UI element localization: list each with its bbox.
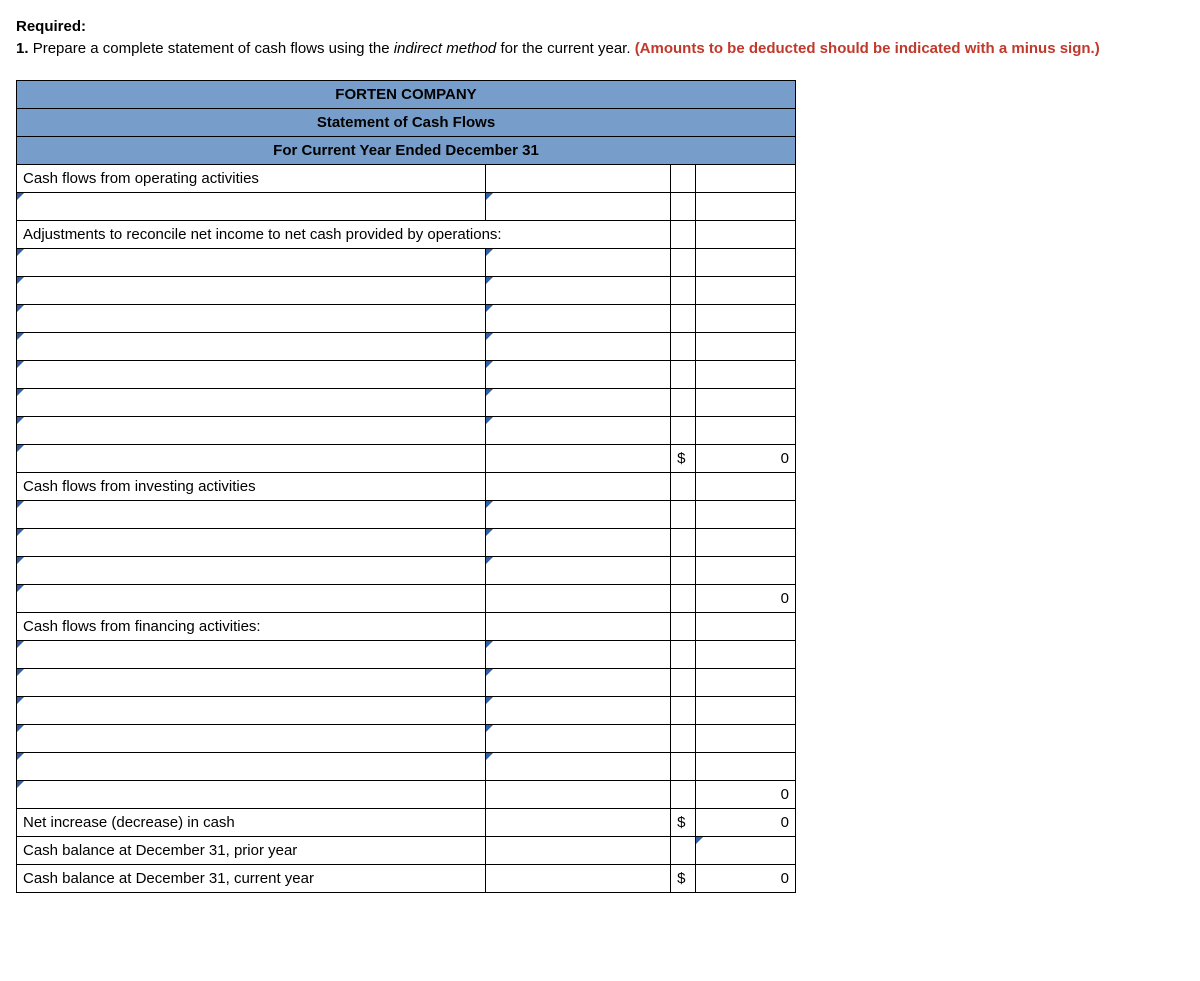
input-adj6-label[interactable] [17,388,486,416]
label-cfi: Cash flows from investing activities [17,472,486,500]
label-prior-balance: Cash balance at December 31, prior year [17,836,486,864]
input-adj2-label[interactable] [17,276,486,304]
cell-blank [486,164,671,192]
value-op-total: 0 [696,444,796,472]
input-fin2-label[interactable] [17,668,486,696]
input-op-income-amount[interactable] [486,192,671,220]
prompt-text-b: for the current year. [500,40,634,57]
input-fin1-amount[interactable] [486,640,671,668]
input-fin2-amount[interactable] [486,668,671,696]
input-prior-balance[interactable] [696,836,796,864]
dollar-sign-current: $ [671,864,696,892]
header-period: For Current Year Ended December 31 [17,136,796,164]
header-company: FORTEN COMPANY [17,80,796,108]
input-adj5-label[interactable] [17,360,486,388]
question-number: 1. [16,40,29,57]
label-net-change: Net increase (decrease) in cash [17,808,486,836]
input-inv3-amount[interactable] [486,556,671,584]
cell-blank [671,192,696,220]
header-title: Statement of Cash Flows [17,108,796,136]
dollar-sign-op: $ [671,444,696,472]
cell-blank [486,584,671,612]
input-adj4-label[interactable] [17,332,486,360]
cell-blank [671,780,696,808]
input-adj5-amount[interactable] [486,360,671,388]
input-inv2-amount[interactable] [486,528,671,556]
input-fin1-label[interactable] [17,640,486,668]
input-adj7-amount[interactable] [486,416,671,444]
prompt-red: (Amounts to be deducted should be indica… [635,40,1100,57]
value-inv-total: 0 [696,584,796,612]
value-fin-total: 0 [696,780,796,808]
label-cff: Cash flows from financing activities: [17,612,486,640]
prompt-italic: indirect method [394,40,497,57]
input-adj6-amount[interactable] [486,388,671,416]
cell-blank [671,164,696,192]
value-current-balance: 0 [696,864,796,892]
input-fin5-amount[interactable] [486,752,671,780]
input-adj3-amount[interactable] [486,304,671,332]
required-label: Required: [16,18,86,35]
input-inv3-label[interactable] [17,556,486,584]
input-adj7-label[interactable] [17,416,486,444]
label-current-balance: Cash balance at December 31, current yea… [17,864,486,892]
value-net-change: 0 [696,808,796,836]
prompt-block: Required: 1. Prepare a complete statemen… [16,16,1184,60]
prompt-text-a: Prepare a complete statement of cash flo… [33,40,394,57]
dollar-sign-net: $ [671,808,696,836]
cell-blank [671,220,696,248]
input-adj1-amount[interactable] [486,248,671,276]
input-fin-total-label[interactable] [17,780,486,808]
input-inv-total-label[interactable] [17,584,486,612]
input-fin4-label[interactable] [17,724,486,752]
cell-blank [696,220,796,248]
input-inv1-label[interactable] [17,500,486,528]
label-adjustments: Adjustments to reconcile net income to n… [17,220,671,248]
input-fin4-amount[interactable] [486,724,671,752]
cell-blank [486,444,671,472]
cell-blank [671,584,696,612]
input-inv1-amount[interactable] [486,500,671,528]
label-cfo: Cash flows from operating activities [17,164,486,192]
cell-blank [486,780,671,808]
input-fin3-amount[interactable] [486,696,671,724]
input-inv2-label[interactable] [17,528,486,556]
input-adj2-amount[interactable] [486,276,671,304]
input-fin5-label[interactable] [17,752,486,780]
input-op-total-label[interactable] [17,444,486,472]
input-adj4-amount[interactable] [486,332,671,360]
cell-blank [696,164,796,192]
input-adj1-label[interactable] [17,248,486,276]
input-fin3-label[interactable] [17,696,486,724]
cell-blank [696,192,796,220]
input-op-income-label[interactable] [17,192,486,220]
input-adj3-label[interactable] [17,304,486,332]
cashflow-table: FORTEN COMPANY Statement of Cash Flows F… [16,80,796,893]
